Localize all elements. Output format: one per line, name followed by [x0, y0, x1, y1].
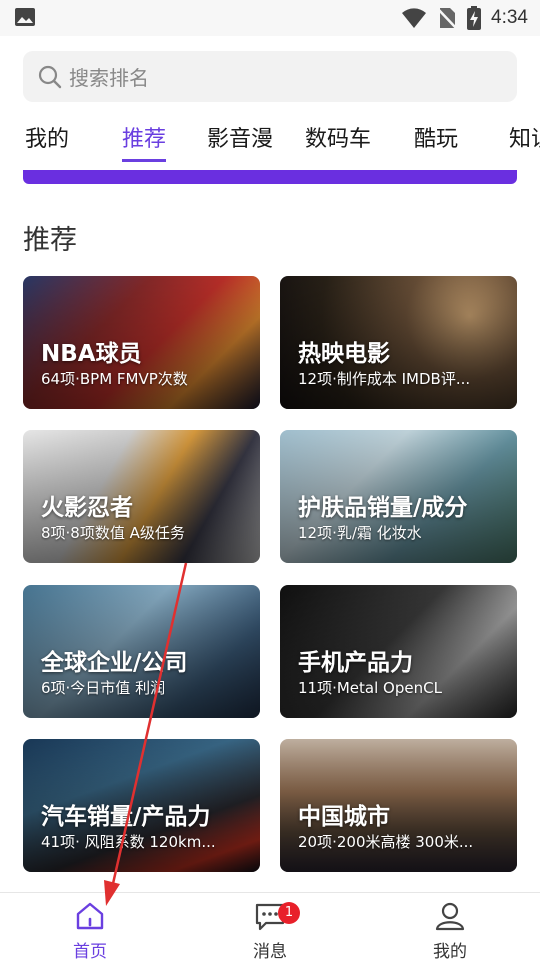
- card-skincare[interactable]: 护肤品销量/成分 12项·乳/霜 化妆水: [280, 430, 517, 563]
- tab-media[interactable]: 影音漫: [207, 120, 273, 164]
- card-title: 中国城市: [298, 804, 390, 830]
- card-subtitle: 12项·乳/霜 化妆水: [298, 524, 422, 542]
- card-subtitle: 11项·Metal OpenCL: [298, 679, 442, 697]
- card-subtitle: 20项·200米高楼 300米...: [298, 833, 474, 851]
- banner-strip: [23, 170, 517, 184]
- battery-charging-icon: [467, 6, 482, 30]
- tab-knowledge[interactable]: 知识: [509, 120, 540, 164]
- bottom-navigation: 首页 1 消息 我的: [0, 892, 540, 962]
- tab-mine[interactable]: 我的: [25, 120, 69, 164]
- card-subtitle: 64项·BPM FMVP次数: [41, 370, 188, 388]
- tab-recommended[interactable]: 推荐: [122, 120, 167, 164]
- card-naruto[interactable]: 火影忍者 8项·8项数值 A级任务: [23, 430, 260, 563]
- search-input[interactable]: 搜索排名: [23, 51, 517, 102]
- card-title: 热映电影: [298, 341, 390, 367]
- nav-home-label: 首页: [73, 942, 107, 962]
- clock: 4:34: [491, 7, 528, 28]
- card-china-cities[interactable]: 中国城市 20项·200米高楼 300米...: [280, 739, 517, 872]
- card-title: NBA球员: [41, 341, 142, 367]
- search-icon: [38, 65, 62, 88]
- nav-messages[interactable]: 1 消息: [180, 893, 360, 962]
- nav-profile[interactable]: 我的: [360, 893, 540, 962]
- card-subtitle: 41项· 风阻系数 120km...: [41, 833, 216, 851]
- nav-home[interactable]: 首页: [0, 893, 180, 962]
- section-title: 推荐: [23, 225, 77, 256]
- card-title: 护肤品销量/成分: [298, 495, 468, 521]
- person-icon: [435, 902, 465, 931]
- card-title: 火影忍者: [41, 495, 133, 521]
- card-subtitle: 12项·制作成本 IMDB评...: [298, 370, 471, 388]
- nav-profile-label: 我的: [433, 942, 467, 962]
- status-bar: 4:34: [0, 0, 540, 36]
- message-badge: 1: [278, 902, 300, 924]
- wifi-icon: [402, 8, 427, 28]
- nav-messages-label: 消息: [253, 942, 287, 962]
- no-sim-icon: [437, 8, 457, 29]
- category-tabs: 我的 推荐 影音漫 数码车 酷玩 知识: [0, 120, 540, 164]
- card-title: 手机产品力: [298, 650, 413, 676]
- tab-digital-cars[interactable]: 数码车: [305, 120, 371, 164]
- image-notification-icon: [15, 8, 35, 26]
- search-placeholder: 搜索排名: [69, 66, 149, 90]
- home-icon: [76, 902, 104, 930]
- card-nba-players[interactable]: NBA球员 64项·BPM FMVP次数: [23, 276, 260, 409]
- tab-cool-play[interactable]: 酷玩: [414, 120, 458, 164]
- card-movies[interactable]: 热映电影 12项·制作成本 IMDB评...: [280, 276, 517, 409]
- card-title: 全球企业/公司: [41, 650, 188, 676]
- card-cars[interactable]: 汽车销量/产品力 41项· 风阻系数 120km...: [23, 739, 260, 872]
- card-title: 汽车销量/产品力: [41, 804, 211, 830]
- card-phones[interactable]: 手机产品力 11项·Metal OpenCL: [280, 585, 517, 718]
- card-subtitle: 8项·8项数值 A级任务: [41, 524, 185, 542]
- card-subtitle: 6项·今日市值 利润: [41, 679, 166, 697]
- card-global-companies[interactable]: 全球企业/公司 6项·今日市值 利润: [23, 585, 260, 718]
